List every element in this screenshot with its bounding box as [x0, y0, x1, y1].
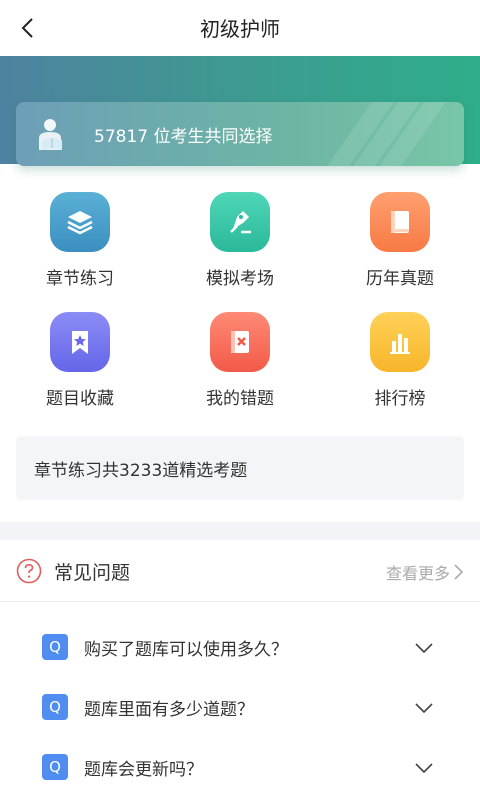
- chevron-right-icon: [454, 564, 464, 580]
- faq-item[interactable]: Q 购买了题库可以使用多久？: [0, 618, 480, 678]
- book-icon: [370, 192, 430, 252]
- faq-question: 题库会更新吗？: [84, 760, 203, 780]
- grid-item-label: 排行榜: [374, 389, 426, 409]
- star-bookmark-icon: [50, 312, 110, 372]
- grid-item-chapter-practice[interactable]: 章节练习: [10, 190, 150, 300]
- question-count-info: 章节练习共3233道精选考题: [16, 436, 464, 500]
- grid-item-label: 历年真题: [366, 269, 434, 289]
- wrong-book-icon: [210, 312, 270, 372]
- question-circle-icon: [16, 558, 42, 584]
- stat-text: 57817 位考生共同选择: [94, 127, 273, 147]
- chevron-down-icon: [415, 763, 433, 774]
- grid-item-leaderboard[interactable]: 排行榜: [330, 310, 470, 420]
- grid-item-past-papers[interactable]: 历年真题: [330, 190, 470, 300]
- grid-item-favorites[interactable]: 题目收藏: [10, 310, 150, 420]
- grid-item-label: 章节练习: [46, 269, 114, 289]
- page-title: 初级护师: [200, 17, 280, 41]
- faq-item[interactable]: Q 题库会更新吗？: [0, 738, 480, 798]
- stat-card: 57817 位考生共同选择: [16, 102, 464, 166]
- layers-icon: [50, 192, 110, 252]
- q-badge: Q: [42, 694, 68, 720]
- q-badge: Q: [42, 634, 68, 660]
- faq-item[interactable]: Q 题库里面有多少道题？: [0, 678, 480, 738]
- view-more-link[interactable]: 查看更多: [386, 560, 464, 584]
- grid-item-label: 模拟考场: [206, 269, 274, 289]
- view-more-label: 查看更多: [385, 564, 450, 583]
- faq-question: 题库里面有多少道题？: [84, 700, 254, 720]
- grid-item-wrong-questions[interactable]: 我的错题: [170, 310, 310, 420]
- question-count-text: 章节练习共3233道精选考题: [34, 461, 248, 481]
- faq-title: 常见问题: [54, 562, 131, 584]
- q-badge: Q: [42, 754, 68, 780]
- grid-item-label: 题目收藏: [46, 389, 114, 409]
- chevron-down-icon: [415, 703, 433, 714]
- pen-nib-icon: [210, 192, 270, 252]
- bar-chart-icon: [370, 312, 430, 372]
- faq-question: 购买了题库可以使用多久？: [84, 640, 288, 660]
- section-divider: [0, 522, 480, 540]
- top-bar: 初级护师: [0, 0, 480, 56]
- student-icon: [39, 119, 62, 150]
- grid-item-mock-exam[interactable]: 模拟考场: [170, 190, 310, 300]
- grid-item-label: 我的错题: [206, 389, 274, 409]
- faq-header: 常见问题 查看更多: [0, 540, 480, 602]
- chevron-down-icon: [415, 643, 433, 654]
